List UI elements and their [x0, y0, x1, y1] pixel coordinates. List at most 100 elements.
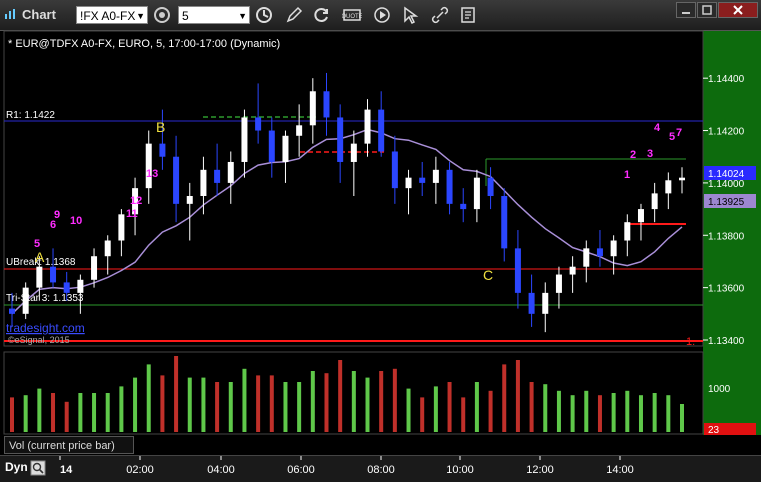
volume-bar	[105, 393, 110, 432]
volume-current-value: 23	[708, 425, 720, 436]
volume-bar	[187, 377, 192, 432]
volume-bar	[297, 382, 302, 432]
volume-bar	[324, 373, 329, 432]
price-bar	[378, 109, 385, 152]
volume-bar	[666, 395, 671, 432]
price-bar	[200, 169, 207, 196]
time-label: 14	[60, 464, 73, 476]
price-label: 1.14200	[708, 127, 745, 138]
price-bar	[405, 177, 412, 189]
volume-bar	[160, 375, 165, 432]
price-bar	[460, 203, 467, 210]
price-bar	[665, 180, 672, 194]
price-bar	[596, 248, 603, 257]
price-bar	[679, 177, 685, 181]
volume-bar	[502, 364, 507, 432]
price-bar	[50, 266, 57, 283]
price-bar	[186, 196, 193, 204]
price-label: 1.14000	[708, 179, 745, 190]
volume-bar	[146, 364, 151, 432]
volume-bar	[23, 395, 28, 432]
price-bar	[391, 151, 398, 189]
count-label: 5	[34, 238, 40, 250]
price-bar	[487, 177, 494, 196]
ma-price-value: 1.13925	[708, 197, 745, 208]
volume-bar	[420, 397, 425, 432]
count-label: 10	[70, 215, 82, 227]
price-label: 1.13400	[708, 336, 745, 347]
count-label: 12	[130, 195, 142, 207]
volume-bar	[133, 377, 138, 432]
volume-study-label[interactable]: Vol (current price bar)	[4, 436, 134, 454]
price-bar	[173, 156, 180, 204]
price-bar	[268, 130, 275, 162]
last-price-value: 1.14024	[708, 169, 745, 180]
time-label: 04:00	[207, 464, 235, 476]
tristar-label: Tri-Star 3: 1.1353	[6, 293, 84, 304]
time-label: 14:00	[606, 464, 634, 476]
price-bar	[514, 248, 521, 293]
volume-bar	[269, 375, 274, 432]
price-bar	[610, 240, 617, 257]
volume-bar	[256, 375, 261, 432]
price-chart[interactable]: * EUR@TDFX A0-FX, EURO, 5, 17:00-17:00 (…	[0, 0, 761, 481]
price-bar	[63, 282, 70, 293]
pattern-label-c: C	[483, 267, 493, 283]
volume-bar	[625, 390, 630, 432]
price-bar	[583, 248, 590, 267]
count-label: 5	[669, 131, 675, 143]
price-bar	[651, 193, 658, 210]
volume-bar	[119, 386, 124, 432]
price-label: 1.13600	[708, 284, 745, 295]
price-bar	[9, 308, 15, 314]
pattern-label-a: A	[35, 249, 45, 265]
volume-bar	[488, 390, 493, 432]
volume-bar	[515, 360, 520, 432]
price-bar	[22, 287, 29, 314]
count-label: 11	[126, 208, 138, 220]
price-bar	[528, 292, 535, 314]
price-bar	[473, 177, 480, 210]
copyright-text: ©eSignal, 2015	[8, 335, 70, 345]
r1-label: R1: 1.1422	[6, 110, 55, 121]
time-axis[interactable]: Dyn 14 02:00 04:00 06:00 08:00 10:00 12:00 14:0…	[0, 455, 761, 482]
price-bar	[118, 214, 125, 241]
volume-bar	[283, 382, 288, 432]
price-label: 1.14400	[708, 74, 745, 85]
volume-bar	[37, 388, 42, 432]
price-bar	[446, 169, 453, 204]
price-bar	[637, 209, 644, 223]
pattern-label-b: B	[156, 119, 165, 135]
price-bar	[501, 196, 508, 249]
volume-bar	[611, 393, 616, 432]
time-label: 12:00	[526, 464, 554, 476]
time-label: 02:00	[126, 464, 154, 476]
volume-bar	[10, 397, 14, 432]
volume-bar	[228, 382, 233, 432]
price-bar	[145, 143, 152, 189]
price-bar	[104, 240, 111, 257]
volume-bar	[64, 401, 69, 432]
volume-bar	[174, 356, 179, 432]
volume-bar	[433, 386, 438, 432]
price-bar	[309, 91, 316, 126]
volume-bar	[638, 395, 643, 432]
volume-bar	[680, 404, 684, 432]
volume-bar	[652, 393, 657, 432]
volume-bar	[78, 393, 83, 432]
price-bar	[77, 279, 84, 293]
watermark-link[interactable]: tradesight.com	[6, 321, 85, 335]
volume-bar	[365, 377, 370, 432]
price-bar	[569, 266, 576, 275]
price-bar	[255, 117, 262, 131]
volume-bar	[570, 395, 575, 432]
price-bar	[323, 91, 330, 118]
moving-average-line	[11, 128, 683, 315]
price-bar	[432, 169, 439, 183]
count-label: 9	[54, 209, 60, 221]
count-label: 13	[146, 168, 158, 180]
price-bar	[241, 117, 248, 162]
price-bar	[419, 177, 426, 183]
price-bar	[159, 143, 166, 157]
volume-bar	[51, 393, 56, 432]
